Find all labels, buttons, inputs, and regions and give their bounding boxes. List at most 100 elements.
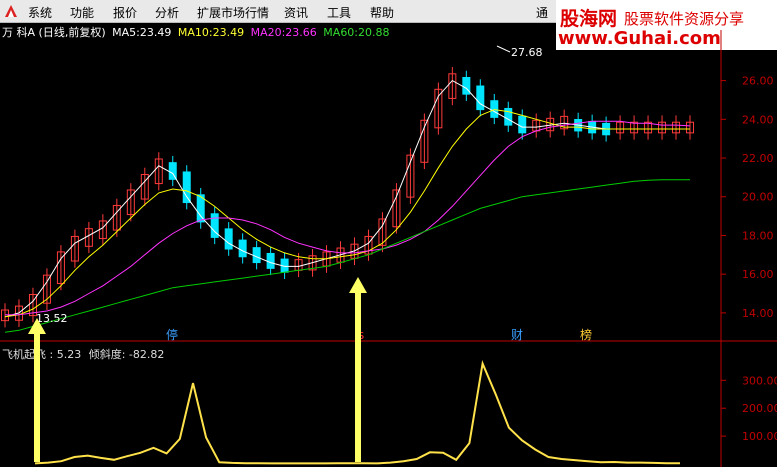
candle-body	[252, 247, 261, 264]
candle-body	[280, 258, 289, 273]
candle-body	[532, 119, 541, 132]
candle-body	[406, 154, 415, 198]
indicator-info-line: 飞机起飞 : 5.23 倾斜度: -82.82	[2, 346, 164, 362]
menu-item-news[interactable]: 资讯	[284, 4, 308, 21]
candle-body	[238, 239, 247, 258]
event-marker: 财	[511, 328, 523, 342]
candle-body	[182, 171, 191, 204]
candle-body	[28, 294, 37, 317]
price-tick-label: 14.00	[742, 307, 774, 320]
indicator-tick-label: 200.00	[742, 402, 777, 415]
candle-body	[56, 251, 65, 284]
candle-body	[112, 204, 121, 231]
indicator-slope: 倾斜度: -82.82	[88, 348, 165, 361]
ma60-value: 20.88	[358, 26, 390, 39]
ma10-label: MA10:	[177, 26, 213, 39]
candle-body	[364, 235, 373, 255]
ma-info-line: 万 科A (日线,前复权) MA5:23.49 MA10:23.49 MA20:…	[2, 24, 390, 40]
ma-line-ma10	[4, 109, 690, 318]
ma-line-ma20	[5, 120, 691, 316]
signal-arrow-2-shaft	[355, 291, 361, 462]
candle-body	[350, 243, 359, 259]
candle-body	[658, 121, 667, 134]
candle-body	[210, 213, 219, 238]
candle-body	[154, 158, 163, 185]
event-marker: 停	[166, 327, 178, 342]
candle-body	[672, 121, 681, 134]
signal-arrow-2-head	[349, 277, 367, 293]
menu-item-tongda[interactable]: 通	[536, 4, 548, 21]
candle-body	[1, 309, 9, 322]
candle-body	[294, 259, 303, 271]
candle-body	[574, 119, 583, 132]
menu-item-help[interactable]: 帮助	[370, 4, 394, 21]
ma-line-ma60	[4, 179, 690, 333]
candle-body	[378, 218, 387, 246]
candle-body	[336, 247, 345, 263]
stock-name: 万 科A	[2, 26, 36, 39]
price-tick-label: 22.00	[742, 152, 774, 165]
price-tick-label: 26.00	[742, 75, 774, 88]
app-logo-icon[interactable]	[3, 3, 19, 19]
candle-body	[98, 220, 107, 240]
event-marker: s	[358, 328, 364, 342]
ma5-value: 23.49	[139, 26, 172, 39]
candle-body	[84, 228, 93, 247]
price-tick-label: 20.00	[742, 191, 774, 204]
chart-period: (日线,前复权)	[38, 26, 106, 39]
high-price-label: 27.68	[511, 46, 543, 59]
candle-body	[686, 121, 694, 134]
candle-body	[420, 119, 429, 163]
candle-body	[476, 85, 485, 111]
menu-item-system[interactable]: 系统	[28, 4, 52, 21]
candle-body	[70, 235, 79, 262]
candle-body	[602, 122, 611, 136]
ma20-label: MA20:	[250, 26, 286, 39]
candle-body	[308, 255, 317, 271]
indicator-tick-label: 300.00	[742, 374, 777, 387]
price-tick-label: 18.00	[742, 229, 774, 242]
candle-body	[448, 73, 457, 99]
indicator-line	[34, 360, 680, 465]
candle-body	[42, 274, 51, 304]
signal-arrow-1-head	[28, 318, 46, 334]
menu-item-function[interactable]: 功能	[70, 4, 94, 21]
indicator-tick-label: 100.00	[742, 430, 777, 443]
ma5-label: MA5:	[112, 26, 140, 39]
watermark-logo: 股海网 股票软件资源分享 www.Guhai.com	[556, 0, 777, 50]
candle-body	[644, 121, 653, 134]
candle-body	[546, 117, 555, 132]
candle-body	[196, 194, 205, 223]
candle-body	[140, 173, 149, 200]
candle-body	[266, 252, 275, 269]
menu-item-quote[interactable]: 报价	[113, 4, 137, 21]
price-tick-label: 16.00	[742, 268, 774, 281]
candle-body	[392, 189, 401, 228]
candle-body	[126, 189, 135, 216]
menu-item-extended-market[interactable]: 扩展市场行情	[197, 4, 269, 21]
ma20-value: 23.66	[285, 26, 317, 39]
ma10-value: 23.49	[212, 26, 245, 39]
candle-body	[168, 162, 177, 180]
candle-body	[434, 88, 443, 129]
candle-body	[14, 305, 23, 321]
menu-item-analysis[interactable]: 分析	[155, 4, 179, 21]
candle-body	[322, 251, 331, 267]
indicator-value: : 5.23	[49, 348, 82, 361]
candle-body	[224, 228, 233, 250]
watermark-url: www.Guhai.com	[558, 28, 721, 49]
high-price-pointer	[496, 45, 511, 53]
watermark-brand: 股海网	[560, 8, 618, 30]
candle-body	[630, 121, 639, 134]
menu-item-tools[interactable]: 工具	[327, 4, 351, 21]
candle-body	[560, 115, 569, 130]
price-tick-label: 24.00	[742, 113, 774, 126]
ma60-label: MA60:	[323, 26, 359, 39]
candle-body	[490, 100, 499, 118]
event-marker: 榜	[580, 327, 592, 342]
low-price-label: 13.52	[36, 312, 68, 325]
ma-line-ma5	[4, 79, 690, 318]
candle-body	[518, 115, 527, 134]
watermark-slogan: 股票软件资源分享	[624, 10, 745, 28]
candle-body	[462, 76, 471, 95]
